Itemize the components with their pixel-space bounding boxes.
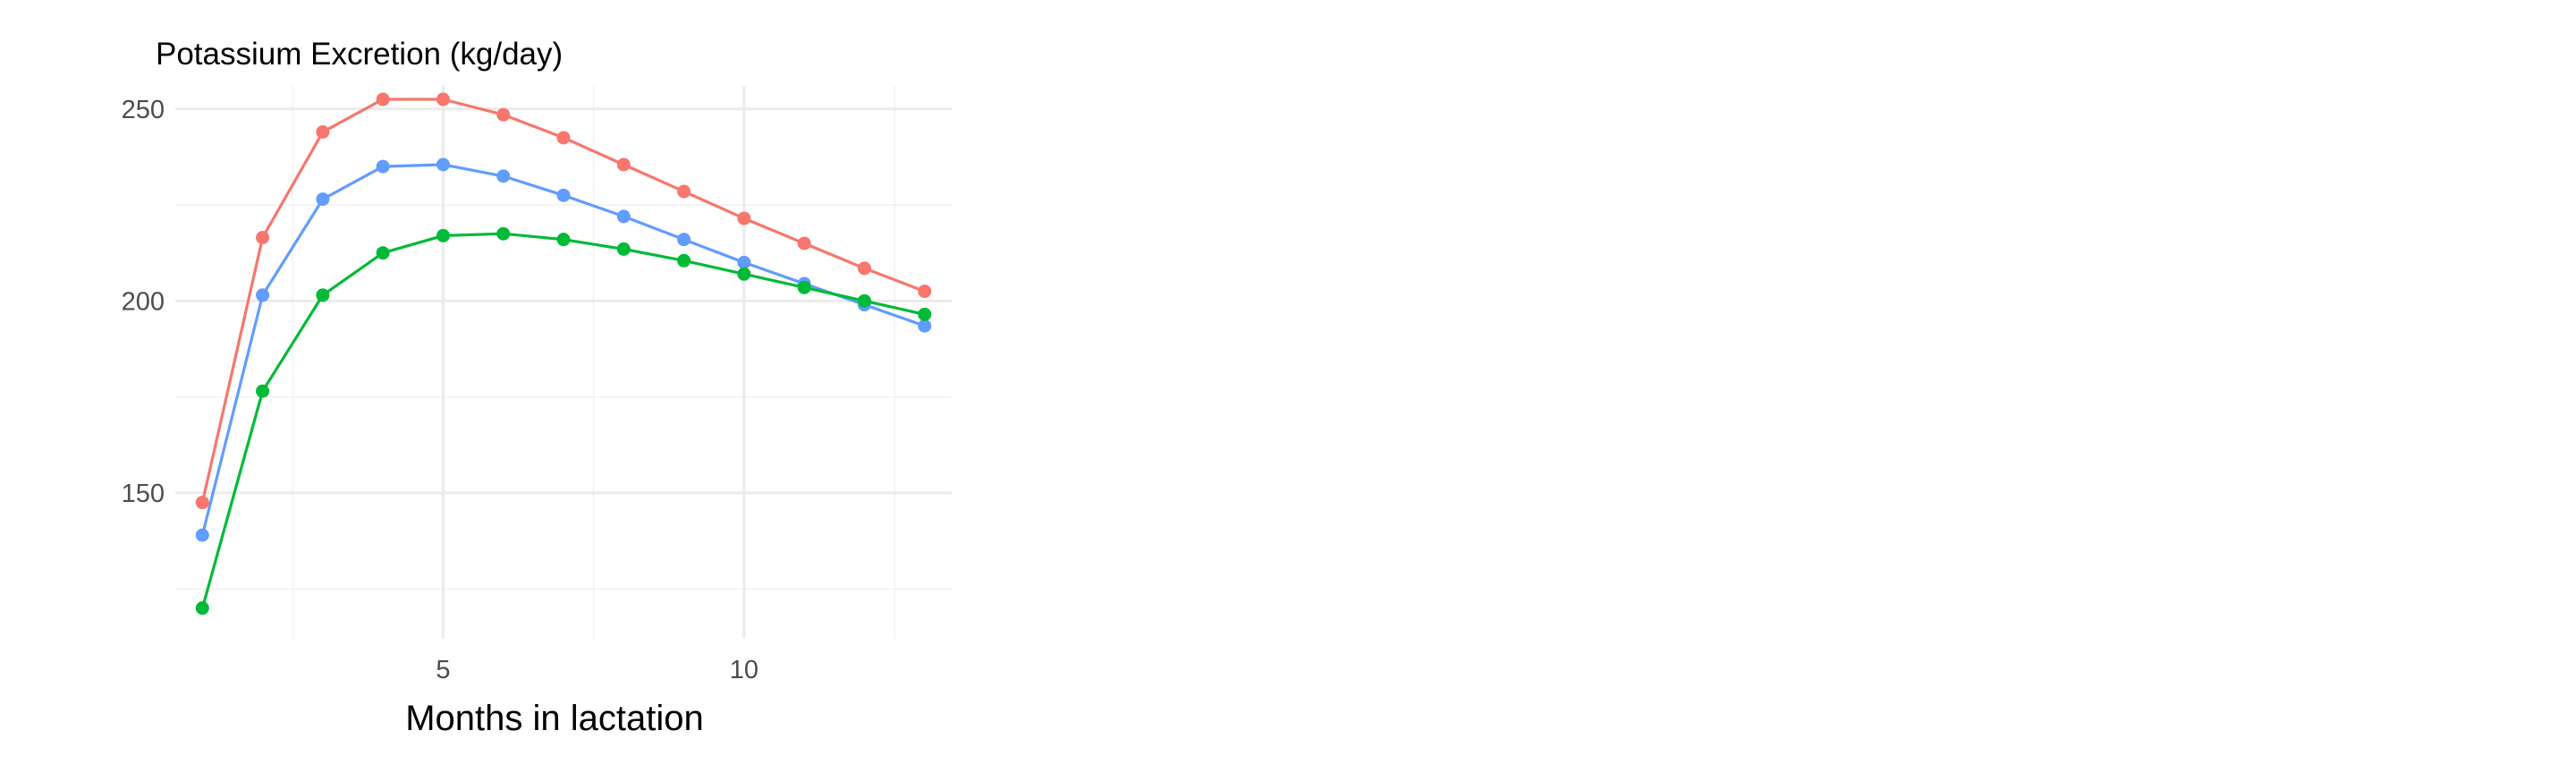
y-axis-ticks: 150 200 250: [122, 96, 165, 508]
data-point-series-1: [556, 131, 571, 145]
data-point-series-1: [496, 107, 511, 122]
data-point-series-2: [316, 192, 330, 207]
series-line-2: [200, 163, 926, 536]
data-point-series-3: [316, 288, 330, 302]
data-point-series-1: [677, 184, 691, 199]
data-point-series-2: [436, 157, 450, 172]
data-point-series-1: [316, 125, 330, 139]
data-point-series-1: [857, 261, 871, 276]
data-point-series-2: [556, 188, 571, 202]
data-point-series-3: [616, 242, 631, 256]
series-points: [195, 92, 932, 616]
data-point-series-3: [376, 246, 390, 260]
data-point-series-1: [616, 157, 631, 172]
data-point-series-1: [918, 285, 932, 299]
data-point-series-3: [256, 384, 270, 398]
x-tick-label: 5: [436, 656, 450, 684]
grid: [175, 86, 952, 639]
data-point-series-2: [496, 169, 511, 183]
y-tick-label: 250: [122, 96, 165, 124]
data-point-series-1: [737, 211, 751, 225]
x-axis-title: Months in lactation: [405, 699, 704, 738]
data-point-series-3: [677, 253, 691, 268]
data-point-series-1: [436, 92, 450, 106]
data-point-series-1: [195, 496, 209, 510]
data-point-series-3: [496, 226, 511, 241]
data-point-series-1: [256, 231, 270, 245]
data-point-series-2: [616, 209, 631, 224]
series-line-3: [200, 232, 926, 609]
data-point-series-3: [857, 293, 871, 308]
data-point-series-2: [918, 319, 932, 333]
data-point-series-3: [918, 307, 932, 321]
data-point-series-2: [677, 233, 691, 247]
data-point-series-3: [797, 280, 811, 294]
x-axis-ticks: 5 10: [436, 656, 758, 684]
chart: 150 200 250 5 10 Potassium Excretion (kg/da…: [122, 37, 952, 738]
data-point-series-2: [737, 255, 751, 269]
data-point-series-3: [556, 233, 571, 247]
data-point-series-1: [797, 236, 811, 251]
data-point-series-1: [376, 92, 390, 106]
data-point-series-3: [195, 601, 209, 616]
y-tick-label: 150: [122, 480, 165, 508]
series-lines: [200, 98, 926, 609]
x-tick-label: 10: [730, 656, 758, 684]
data-point-series-2: [256, 288, 270, 302]
y-tick-label: 200: [122, 287, 165, 316]
data-point-series-3: [436, 228, 450, 242]
chart-title: Potassium Excretion (kg/day): [156, 37, 563, 72]
data-point-series-3: [737, 267, 751, 281]
data-point-series-2: [195, 528, 209, 542]
data-point-series-2: [376, 159, 390, 174]
